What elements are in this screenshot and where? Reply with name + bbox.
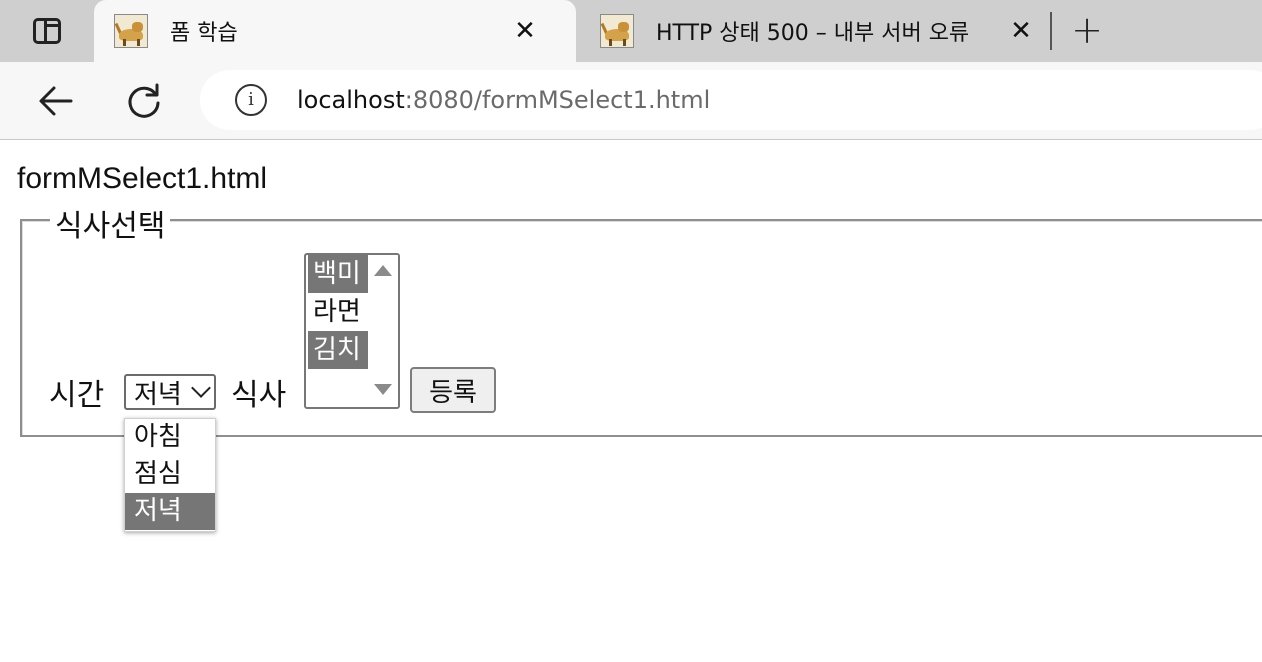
time-select-value: 저녁 — [134, 379, 182, 410]
page-content: formMSelect1.html 식사선택 시간 저녁 식사 백미 라면 김치… — [0, 140, 1262, 662]
tab-title: 폼 학습 — [170, 21, 238, 46]
time-select[interactable]: 저녁 — [124, 374, 216, 410]
tomcat-icon — [114, 14, 148, 48]
scroll-down-arrow-icon[interactable] — [374, 384, 392, 395]
dropdown-option-dinner[interactable]: 저녁 — [125, 493, 215, 530]
info-icon[interactable]: i — [235, 84, 267, 116]
close-tab-icon[interactable]: ✕ — [1006, 18, 1036, 44]
address-bar[interactable]: i localhost:8080/formMSelect1.html — [200, 70, 1262, 130]
tab-title: HTTP 상태 500 – 내부 서버 오류 — [656, 21, 970, 46]
fieldset-legend: 식사선택 — [50, 201, 171, 245]
listbox-option-kimchi[interactable]: 김치 — [308, 331, 370, 369]
meal-label: 식사 — [231, 378, 287, 413]
scroll-up-arrow-icon[interactable] — [374, 265, 392, 276]
tab-divider — [1050, 12, 1052, 50]
tomcat-icon — [600, 14, 634, 48]
time-select-dropdown: 아침 점심 저녁 — [124, 418, 216, 532]
time-label: 시간 — [49, 378, 105, 413]
dropdown-option-lunch[interactable]: 점심 — [125, 456, 215, 493]
listbox-option-rice[interactable]: 백미 — [308, 255, 370, 293]
submit-button[interactable]: 등록 — [410, 367, 496, 413]
reload-button[interactable] — [121, 78, 167, 124]
new-tab-button[interactable]: + — [1066, 10, 1108, 52]
chevron-down-icon — [191, 378, 211, 398]
tab-strip: 폼 학습 ✕ HTTP 상태 500 – 내부 서버 오류 ✕ + — [0, 0, 1262, 62]
url-host: localhost — [297, 86, 405, 114]
back-arrow-icon — [39, 86, 73, 116]
url-text[interactable]: localhost:8080/formMSelect1.html — [297, 86, 710, 114]
meal-listbox[interactable]: 백미 라면 김치 — [304, 253, 400, 409]
dropdown-option-breakfast[interactable]: 아침 — [125, 419, 215, 456]
close-tab-icon[interactable]: ✕ — [510, 18, 540, 44]
back-button[interactable] — [33, 78, 79, 124]
reload-icon — [128, 83, 160, 118]
tab-actions-icon — [33, 18, 61, 44]
browser-toolbar: i localhost:8080/formMSelect1.html — [0, 62, 1262, 140]
listbox-option-ramen[interactable]: 라면 — [308, 293, 370, 331]
listbox-scrollbar[interactable] — [368, 255, 398, 407]
url-path: :8080/formMSelect1.html — [404, 86, 711, 114]
tab-http-error[interactable]: HTTP 상태 500 – 내부 서버 오류 ✕ — [580, 0, 1050, 62]
tab-actions-button[interactable] — [22, 12, 72, 50]
tab-form-study[interactable]: 폼 학습 ✕ — [94, 0, 576, 62]
page-title: formMSelect1.html — [17, 162, 268, 195]
